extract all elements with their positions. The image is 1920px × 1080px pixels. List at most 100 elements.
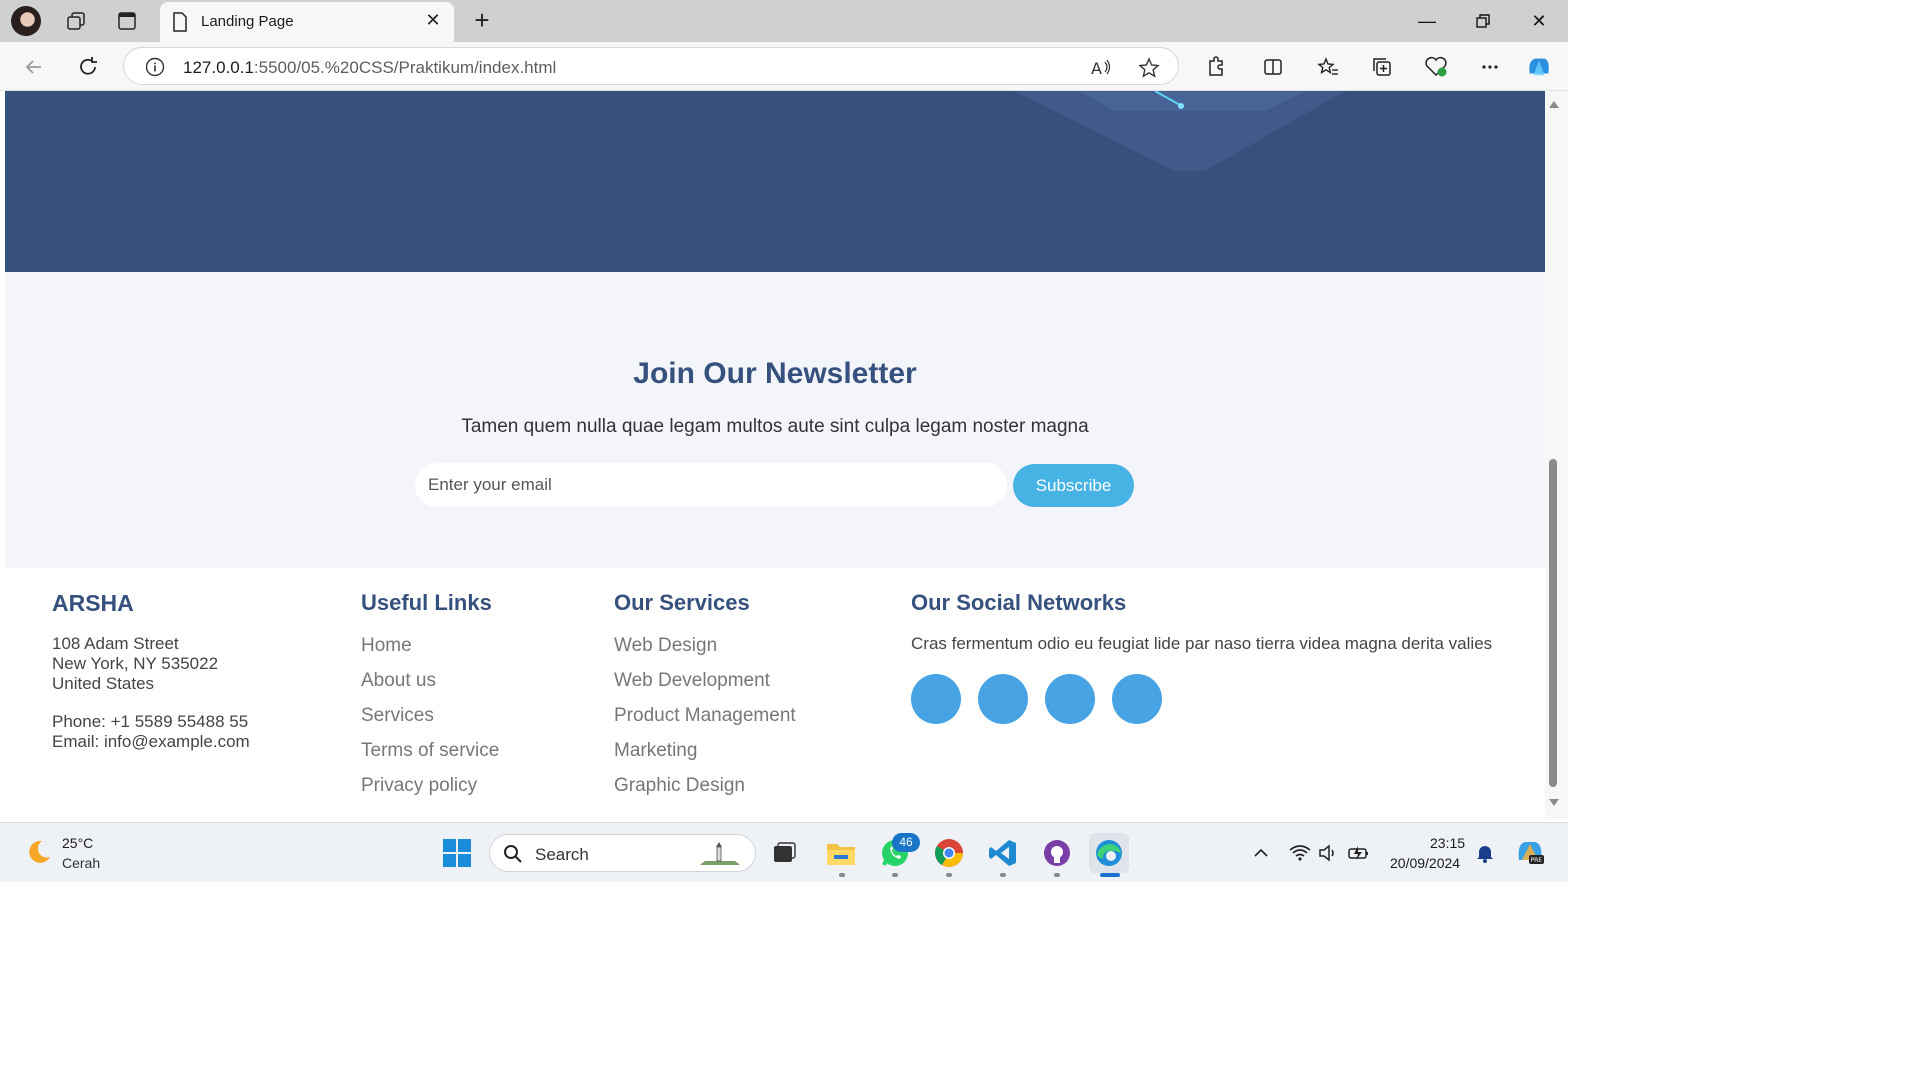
more-options-icon[interactable] (1477, 54, 1503, 80)
footer-email: Email: info@example.com (52, 732, 250, 751)
favorite-star-icon[interactable] (1137, 56, 1161, 80)
service-link-web-development[interactable]: Web Development (614, 663, 796, 698)
subscribe-button[interactable]: Subscribe (1013, 464, 1134, 507)
tab-title: Landing Page (201, 13, 294, 30)
newsletter-subtitle: Tamen quem nulla quae legam multos aute … (461, 416, 1089, 437)
copilot-preview-icon[interactable]: PRE (1514, 837, 1546, 867)
vscode-icon[interactable] (983, 833, 1023, 873)
new-tab-icon[interactable]: + (468, 6, 496, 34)
useful-links-title: Useful Links (361, 590, 492, 615)
running-indicator (892, 873, 898, 877)
social-description: Cras fermentum odio eu feugiat lide par … (911, 634, 1493, 653)
windows-taskbar: 25°C Cerah Search 46 23:15 20/09/2024 PR… (0, 822, 1568, 882)
back-icon[interactable] (19, 52, 49, 82)
service-link-graphic-design[interactable]: Graphic Design (614, 768, 796, 803)
service-link-web-design[interactable]: Web Design (614, 628, 796, 663)
instagram-icon[interactable] (1045, 674, 1095, 724)
running-indicator (946, 873, 952, 877)
clock-date[interactable]: 20/09/2024 (1390, 855, 1460, 871)
address-line: United States (52, 674, 155, 693)
wifi-icon[interactable] (1288, 841, 1312, 865)
moon-weather-icon[interactable] (24, 838, 52, 866)
footer-address: 108 Adam Street New York, NY 535022 Unit… (52, 634, 250, 752)
battery-charging-icon[interactable] (1347, 841, 1371, 865)
page-icon (172, 12, 188, 37)
browser-toolbar: 127.0.0.1:5500/05.%20CSS/Praktikum/index… (0, 42, 1568, 91)
workspaces-icon[interactable] (62, 8, 90, 34)
footer-useful-links: Useful Links Home About us Services Term… (361, 590, 499, 803)
address-bar[interactable]: 127.0.0.1:5500/05.%20CSS/Praktikum/index… (123, 47, 1179, 85)
email-input[interactable]: Enter your email (415, 463, 1007, 507)
edge-icon[interactable] (1089, 833, 1129, 873)
footer-contact: ARSHA 108 Adam Street New York, NY 53502… (52, 590, 250, 752)
start-windows-icon[interactable] (437, 833, 477, 873)
copilot-icon[interactable] (1526, 54, 1552, 80)
running-indicator (1000, 873, 1006, 877)
svg-text:PRE: PRE (1531, 857, 1543, 864)
newsletter-title: Join Our Newsletter (633, 357, 917, 390)
page-scrollbar[interactable] (1545, 91, 1568, 819)
footer-social: Our Social Networks Cras fermentum odio … (911, 590, 1492, 724)
footer-link-services[interactable]: Services (361, 698, 499, 733)
facebook-icon[interactable] (978, 674, 1028, 724)
address-line: 108 Adam Street (52, 634, 179, 653)
footer-link-home[interactable]: Home (361, 628, 499, 663)
social-icons (911, 674, 1492, 724)
restore-icon[interactable] (1463, 8, 1503, 34)
browser-essentials-icon[interactable] (1423, 54, 1449, 80)
url-text: 127.0.0.1:5500/05.%20CSS/Praktikum/index… (183, 58, 557, 77)
collections-icon[interactable] (1369, 54, 1395, 80)
services-title: Our Services (614, 590, 750, 615)
active-indicator (1100, 873, 1120, 877)
linkedin-icon[interactable] (1112, 674, 1162, 724)
hero-illustration (1015, 91, 1345, 171)
footer: ARSHA 108 Adam Street New York, NY 53502… (5, 568, 1545, 819)
chrome-icon[interactable] (929, 833, 969, 873)
file-explorer-icon[interactable] (821, 833, 861, 873)
running-indicator (839, 873, 845, 877)
social-title: Our Social Networks (911, 590, 1127, 615)
weather-description[interactable]: Cerah (62, 855, 100, 871)
minimize-icon[interactable]: — (1407, 8, 1447, 34)
twitter-icon[interactable] (911, 674, 961, 724)
close-window-icon[interactable]: ✕ (1519, 8, 1559, 34)
favorites-icon[interactable] (1315, 54, 1341, 80)
footer-services: Our Services Web Design Web Development … (614, 590, 796, 803)
search-icon (504, 845, 522, 863)
footer-link-about[interactable]: About us (361, 663, 499, 698)
github-desktop-icon[interactable] (1037, 833, 1077, 873)
service-link-product-management[interactable]: Product Management (614, 698, 796, 733)
read-aloud-icon[interactable]: A (1089, 56, 1113, 80)
service-link-marketing[interactable]: Marketing (614, 733, 796, 768)
notification-bell-icon[interactable] (1473, 841, 1497, 865)
newsletter-section: Join Our Newsletter Tamen quem nulla qua… (5, 272, 1545, 568)
footer-link-terms[interactable]: Terms of service (361, 733, 499, 768)
scroll-up-icon[interactable] (1548, 99, 1560, 109)
page-viewport: Join Our Newsletter Tamen quem nulla qua… (5, 91, 1545, 819)
footer-brand: ARSHA (52, 590, 134, 616)
svg-text:A: A (1091, 59, 1102, 78)
search-highlight-icon (700, 842, 740, 865)
weather-temperature[interactable]: 25°C (62, 835, 93, 851)
hero-section (5, 91, 1545, 272)
chevron-up-icon[interactable] (1249, 841, 1273, 865)
profile-avatar[interactable] (11, 6, 41, 36)
vertical-tabs-icon[interactable] (113, 8, 141, 34)
browser-titlebar: Landing Page ✕ + — ✕ (0, 0, 1568, 42)
scrollbar-thumb[interactable] (1549, 459, 1557, 787)
footer-phone: Phone: +1 5589 55488 55 (52, 712, 249, 731)
close-tab-icon[interactable]: ✕ (422, 10, 444, 31)
task-view-icon[interactable] (764, 833, 804, 873)
site-info-icon[interactable] (145, 57, 165, 82)
address-line: New York, NY 535022 (52, 654, 219, 673)
refresh-icon[interactable] (73, 52, 103, 82)
clock-time[interactable]: 23:15 (1430, 835, 1465, 851)
search-label: Search (535, 845, 589, 864)
tab-landing-page[interactable]: Landing Page ✕ (160, 2, 454, 42)
volume-icon[interactable] (1317, 841, 1341, 865)
scroll-down-icon[interactable] (1548, 798, 1560, 808)
footer-link-privacy[interactable]: Privacy policy (361, 768, 499, 803)
extensions-icon[interactable] (1202, 54, 1228, 80)
taskbar-search[interactable]: Search (489, 834, 756, 872)
split-screen-icon[interactable] (1260, 54, 1286, 80)
